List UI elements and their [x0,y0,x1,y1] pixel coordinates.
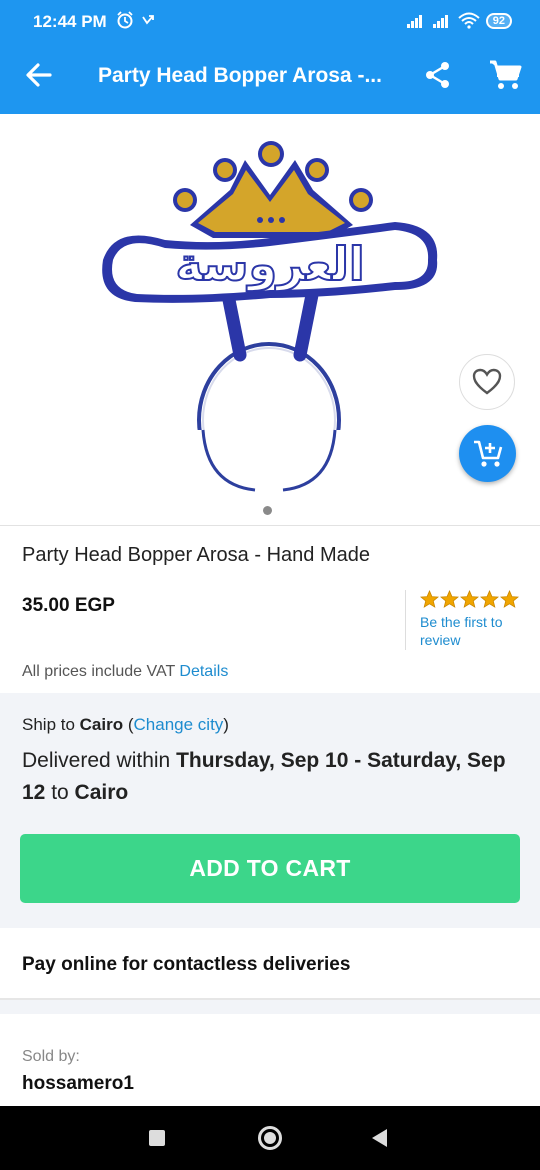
section-divider [0,913,540,928]
page-title: Party Head Bopper Arosa -... [98,64,382,87]
cart-icon[interactable] [488,58,522,92]
shipping-section: Ship to Cairo (Change city) Delivered wi… [0,693,540,913]
heart-icon [472,368,502,395]
rating-stars [420,590,530,609]
delivered-to: to [45,781,75,804]
delivered-prefix: Delivered within [22,749,177,772]
wishlist-button[interactable] [459,354,515,410]
vat-text: All prices include VAT [22,663,175,680]
star-icon [420,590,439,608]
ship-city: Cairo [79,715,124,734]
arrow-back-icon[interactable] [22,58,56,92]
wifi-icon [458,12,480,29]
alarm-icon [117,11,154,29]
pay-online-text: Pay online for contactless deliveries [22,954,351,975]
signal-icon [432,14,448,28]
signal-icon [406,14,422,28]
change-city-link[interactable]: Change city [134,715,224,734]
status-bar: 12:44 PM 92 [0,0,540,38]
delivered-city: Cairo [74,781,129,804]
delivery-estimate: Delivered within Thursday, Sep 10 - Satu… [22,745,522,809]
change-close: ) [223,715,229,734]
recents-icon[interactable] [149,1130,165,1146]
star-icon [440,590,459,608]
pay-online-card[interactable]: Pay online for contactless deliveries [0,928,540,1000]
product-gallery[interactable]: العروسة [0,114,540,526]
product-image[interactable]: العروسة [95,130,440,500]
star-icon [460,590,479,608]
ship-to-prefix: Ship to [22,715,80,734]
back-icon[interactable] [372,1129,387,1147]
add-to-cart-fab[interactable] [459,425,516,482]
product-price: 35.00 EGP [22,595,115,616]
review-link[interactable]: Be the first to review [420,613,530,649]
home-icon[interactable] [258,1126,282,1150]
change-open: ( [123,715,134,734]
status-icons-left [116,11,156,36]
carousel-dot [263,506,272,515]
seller-name[interactable]: hossamero1 [22,1073,134,1095]
product-title: Party Head Bopper Arosa - Hand Made [22,544,370,566]
share-icon[interactable] [424,60,452,90]
add-to-cart-button[interactable]: ADD TO CART [20,834,520,903]
star-icon [500,590,519,608]
system-nav-bar [0,1106,540,1170]
ship-to-line: Ship to Cairo (Change city) [22,715,229,735]
product-image-lettering: العروسة [175,237,364,291]
vat-line: All prices include VAT Details [22,663,228,681]
section-divider [0,1000,540,1014]
cart-plus-icon [473,440,502,467]
star-icon [480,590,499,608]
sold-by-label: Sold by: [22,1048,80,1065]
status-time: 12:44 PM [33,12,107,31]
app-bar: Party Head Bopper Arosa -... [0,38,540,114]
status-icons-right: 92 [406,12,512,29]
seller-section[interactable]: Sold by: hossamero1 [0,1014,540,1106]
rating-box[interactable]: Be the first to review [405,590,530,650]
vat-details-link[interactable]: Details [179,663,228,680]
battery-icon: 92 [485,12,512,29]
